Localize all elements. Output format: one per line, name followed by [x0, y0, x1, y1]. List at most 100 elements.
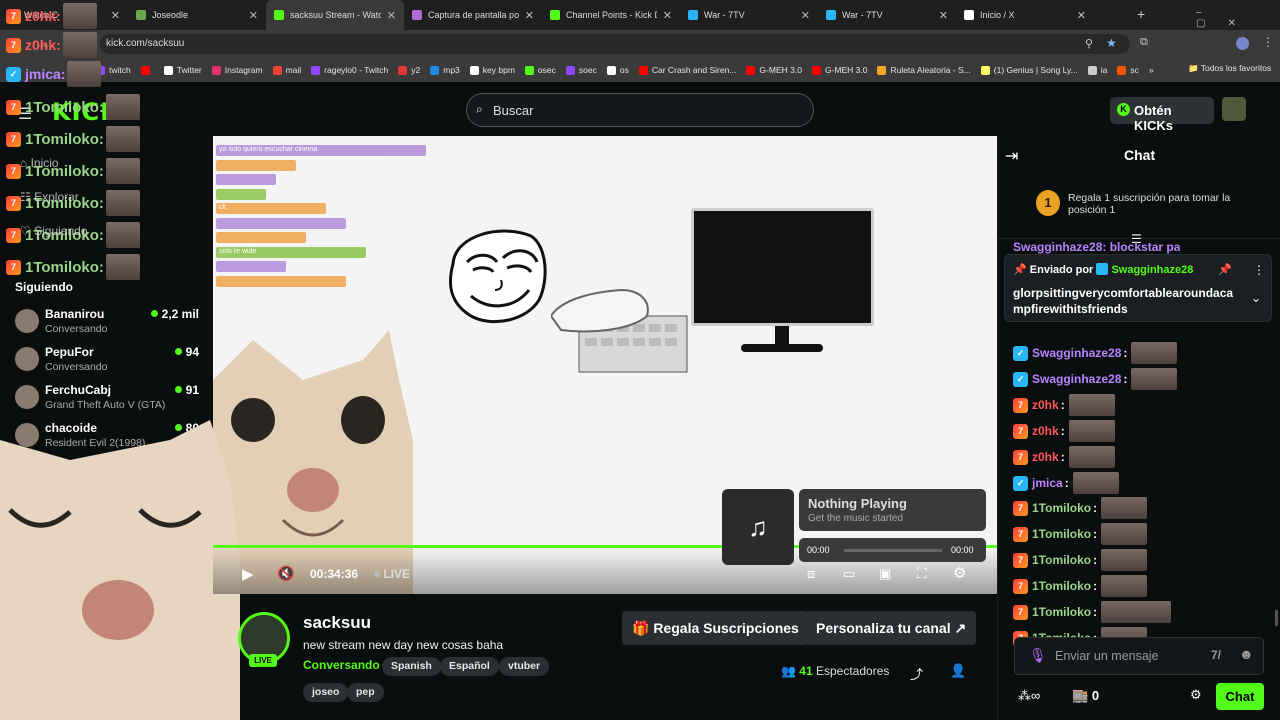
tab-close-icon[interactable]: ✕	[663, 9, 672, 22]
pip-icon[interactable]: ▣	[879, 566, 891, 582]
chat-username[interactable]: Swagginhaze28	[1032, 372, 1121, 386]
url-input[interactable]: kick.com/sacksuu	[100, 34, 1130, 54]
gift-subs-button[interactable]: 🎁 Regala Suscripciones	[622, 611, 809, 645]
sidebar-nav-siguiendo[interactable]: ♡ Siguiendo	[20, 224, 88, 238]
user-avatar[interactable]	[1222, 97, 1246, 121]
bookmark-item[interactable]: rageylo0 - Twitch	[311, 65, 388, 75]
browser-tab[interactable]: War - 7TV ✕	[818, 0, 956, 30]
redeem-store[interactable]: 🏬 0	[1072, 688, 1099, 704]
browser-tab[interactable]: Channel Points - Kick Das ✕	[542, 0, 680, 30]
tag-espanol[interactable]: Español	[440, 657, 499, 676]
emoji-icon[interactable]: ☻	[1239, 646, 1254, 662]
sidebar-nav-explorar[interactable]: ☷ Explorar	[20, 190, 79, 204]
settings-icon[interactable]: ⚙	[953, 564, 966, 582]
extensions-icon[interactable]: ⧉	[1140, 36, 1148, 49]
tag-vtuber[interactable]: vtuber	[499, 657, 550, 676]
all-bookmarks[interactable]: 📁 Todos los favoritos	[1188, 63, 1271, 74]
chat-partial-text: Swagginhaze28: blockstar pa	[1013, 240, 1181, 254]
profile-avatar[interactable]	[1236, 37, 1249, 50]
browser-tab[interactable]: War - 7TV ✕	[680, 0, 818, 30]
collapse-chat-icon[interactable]: ⇥	[1005, 146, 1018, 166]
chat-username[interactable]: z0hk	[1032, 424, 1059, 438]
gift-leaderboard-prompt[interactable]: 1 Regala 1 suscripción para tomar la pos…	[1036, 189, 1246, 225]
bookmark-item[interactable]: Instagram	[211, 65, 263, 75]
bookmark-item[interactable]: key bpm	[469, 65, 515, 75]
bookmark-item[interactable]: Car Crash and Siren...	[638, 65, 736, 75]
tag-joseo[interactable]: joseo	[303, 683, 349, 702]
chat-username[interactable]: Swagginhaze28	[1032, 346, 1121, 360]
tab-close-icon[interactable]: ✕	[525, 9, 534, 22]
tag-pep[interactable]: pep	[347, 683, 384, 702]
tab-close-icon[interactable]: ✕	[1077, 9, 1086, 22]
get-kicks-button[interactable]: K Obtén KICKs	[1110, 97, 1214, 133]
chat-username[interactable]: z0hk	[1032, 450, 1059, 464]
bookmark-item[interactable]: ia	[1087, 65, 1107, 75]
followed-channel[interactable]: PepuFor Conversando 94	[15, 343, 199, 377]
tab-close-icon[interactable]: ✕	[111, 9, 120, 22]
pin-menu-icon[interactable]: ⋮	[1253, 263, 1265, 277]
play-button[interactable]: ▶	[242, 565, 254, 583]
browser-tab[interactable]: Joseodle ✕	[128, 0, 266, 30]
chat-input[interactable]: 🎙 Enviar un mensaje 7/ ☻	[1014, 637, 1264, 675]
new-tab-button[interactable]: +	[1137, 6, 1145, 22]
mute-button[interactable]: 🔇	[277, 565, 294, 582]
followed-channel[interactable]: Bananirou Conversando 2,2 mil	[15, 305, 199, 339]
bookmark-item[interactable]: G-MEH 3.0	[746, 65, 802, 75]
7tv-icon[interactable]: 7/	[1211, 648, 1221, 662]
bookmark-item[interactable]: soec	[565, 65, 597, 75]
tag-spanish[interactable]: Spanish	[382, 657, 441, 676]
bookmark-item[interactable]: Ruleta Aleatoria - S...	[877, 65, 971, 75]
bookmark-item[interactable]: (1) Genius | Song Ly...	[980, 65, 1078, 75]
theater-icon[interactable]: ▭	[843, 566, 855, 582]
sidebar-nav-inicio[interactable]: ⌂ Inicio	[20, 156, 59, 170]
send-chat-button[interactable]: Chat	[1216, 683, 1264, 710]
browser-tab[interactable]: sacksuu Stream - Watch Li ✕	[266, 0, 404, 30]
bookmark-item[interactable]: mail	[272, 65, 301, 75]
chat-username[interactable]: jmica	[1032, 476, 1063, 490]
chat-separator: :	[1123, 346, 1128, 360]
zoom-icon[interactable]: ⚲	[1085, 37, 1093, 50]
bookmark-item[interactable]: os	[606, 65, 629, 75]
tab-close-icon[interactable]: ✕	[387, 9, 396, 22]
channel-points-icon[interactable]: ⁂∞	[1018, 688, 1040, 704]
bookmarks-more[interactable]: »	[1149, 65, 1154, 75]
chat-username[interactable]: 1Tomiloko	[1032, 605, 1091, 619]
chat-username[interactable]: 1Tomiloko	[1032, 553, 1091, 567]
browser-menu-icon[interactable]: ⋮	[1262, 35, 1274, 49]
search-input[interactable]: ⌕ Buscar	[466, 93, 814, 127]
browser-tab[interactable]: Captura de pantalla por Li ✕	[404, 0, 542, 30]
window-controls[interactable]: –▢✕	[1196, 7, 1280, 29]
bookmark-item[interactable]: y2	[398, 65, 420, 75]
bookmark-item[interactable]: sc	[1117, 65, 1139, 75]
chat-username[interactable]: 1Tomiloko	[1032, 579, 1091, 593]
tab-close-icon[interactable]: ✕	[801, 9, 810, 22]
bookmark-item[interactable]	[140, 65, 154, 75]
chat-settings-icon[interactable]: ⚙	[1190, 687, 1202, 703]
overlay-chat-line	[216, 232, 306, 243]
share-icon[interactable]: ⤴	[910, 664, 923, 683]
bookmark-item[interactable]: G-MEH 3.0	[811, 65, 867, 75]
chat-scrollbar[interactable]	[1275, 610, 1278, 626]
chat-username[interactable]: z0hk	[1032, 398, 1059, 412]
chat-username[interactable]: 1Tomiloko	[1032, 501, 1091, 515]
bookmark-item[interactable]: Twitter	[163, 65, 202, 75]
bookmark-item[interactable]: osec	[524, 65, 556, 75]
fullscreen-icon[interactable]: ⛶	[917, 565, 927, 582]
customize-channel-button[interactable]: Personaliza tu canal ↗	[806, 611, 977, 645]
channel-avatar	[15, 309, 39, 333]
follow-user-icon[interactable]: 👤	[950, 663, 966, 679]
tab-close-icon[interactable]: ✕	[939, 9, 948, 22]
tab-close-icon[interactable]: ✕	[249, 9, 258, 22]
bookmark-item[interactable]: mp3	[430, 65, 460, 75]
bookmark-label: y2	[411, 65, 421, 75]
unpin-icon[interactable]: 📌	[1218, 263, 1232, 276]
channel-name[interactable]: sacksuu	[303, 613, 371, 633]
stream-category[interactable]: Conversando	[303, 658, 380, 672]
emote-image	[1101, 523, 1148, 545]
chat-username[interactable]: 1Tomiloko	[1032, 527, 1091, 541]
stream-title: new stream new day new cosas baha	[303, 638, 504, 652]
pin-expand-icon[interactable]: ⌄	[1251, 291, 1261, 305]
bookmark-star-icon[interactable]: ★	[1106, 36, 1117, 50]
clip-icon[interactable]: ⧈	[807, 566, 815, 582]
browser-tab[interactable]: Inicio / X ✕	[956, 0, 1094, 30]
